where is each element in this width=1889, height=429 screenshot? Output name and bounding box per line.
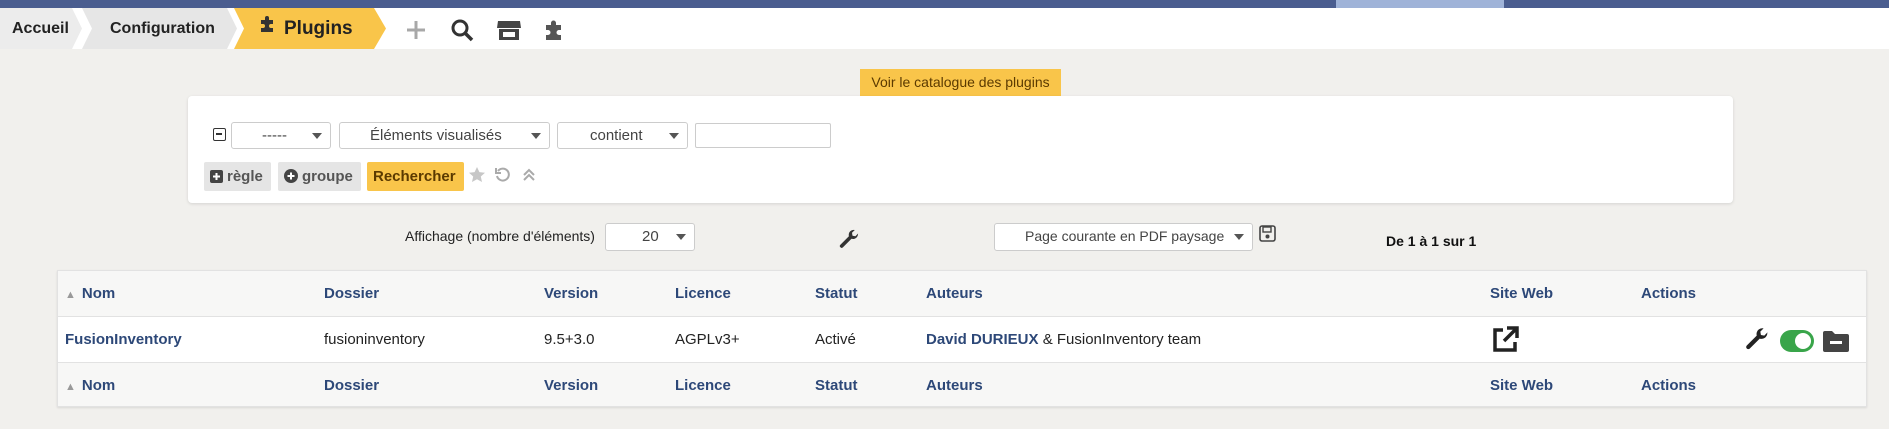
chevron-down-icon — [1234, 234, 1244, 240]
chevron-down-icon — [669, 133, 679, 139]
operator-select-value: contient — [590, 127, 643, 144]
toggle-knob — [1795, 333, 1811, 349]
column-footer-actions: Actions — [1641, 377, 1697, 394]
breadcrumb-configuration[interactable]: Configuration — [82, 8, 237, 49]
top-bar-highlight — [1336, 0, 1504, 8]
sort-icon: ▲ — [65, 381, 76, 393]
field-select-value: ----- — [262, 127, 287, 144]
breadcrumb-plugins[interactable]: Plugins — [234, 8, 386, 49]
plugin-folder: fusioninventory — [324, 331, 425, 348]
sort-icon: ▲ — [65, 289, 76, 301]
folder-minus-icon[interactable] — [1821, 328, 1851, 354]
table-header: ▲ Nom Dossier Version Licence Statut Aute… — [58, 271, 1866, 316]
external-link-icon[interactable] — [1489, 324, 1521, 356]
column-footer-site-web: Site Web — [1490, 377, 1554, 394]
plugin-license: AGPLv3+ — [675, 331, 740, 348]
plugin-enabled-toggle[interactable] — [1780, 330, 1814, 352]
chevron-down-icon — [312, 133, 322, 139]
search-panel: ----- Éléments visualisés contient règle… — [188, 96, 1733, 203]
column-footer-auteurs[interactable]: Auteurs — [926, 377, 983, 394]
display-count-select[interactable]: 20 — [605, 223, 695, 251]
display-count-label: Affichage (nombre d'éléments) — [405, 228, 595, 244]
breadcrumb-home[interactable]: Accueil — [0, 8, 82, 49]
export-select-value: Page courante en PDF paysage — [1025, 228, 1225, 244]
column-header-licence[interactable]: Licence — [675, 285, 731, 302]
star-icon[interactable] — [468, 166, 486, 184]
plugin-catalog-button[interactable]: Voir le catalogue des plugins — [860, 69, 1061, 96]
puzzle-icon[interactable] — [542, 18, 570, 42]
puzzle-icon — [258, 8, 278, 49]
column-footer-version[interactable]: Version — [544, 377, 598, 394]
add-group-label: groupe — [302, 168, 353, 185]
display-count-value: 20 — [642, 228, 659, 245]
plus-square-icon — [210, 170, 223, 183]
column-footer-statut[interactable]: Statut — [815, 377, 858, 394]
plugin-version: 9.5+3.0 — [544, 331, 595, 348]
operator-select[interactable]: contient — [557, 122, 688, 149]
column-header-dossier[interactable]: Dossier — [324, 285, 379, 302]
column-header-site-web: Site Web — [1490, 285, 1554, 302]
field-select[interactable]: ----- — [231, 122, 331, 149]
plus-circle-icon — [284, 169, 298, 183]
collapse-criteria-toggle[interactable] — [213, 128, 226, 141]
breadcrumb-bar: Accueil Configuration Plugins — [0, 8, 1889, 49]
breadcrumb-plugins-label: Plugins — [284, 18, 353, 39]
table-footer: ▲ Nom Dossier Version Licence Statut Aute… — [58, 362, 1866, 407]
column-footer-nom[interactable]: ▲ Nom — [65, 377, 115, 394]
column-header-auteurs[interactable]: Auteurs — [926, 285, 983, 302]
add-group-button[interactable]: groupe — [278, 162, 361, 191]
plus-icon[interactable] — [402, 18, 430, 42]
store-icon[interactable] — [495, 18, 523, 42]
wrench-icon[interactable] — [838, 228, 862, 252]
column-header-actions: Actions — [1641, 285, 1697, 302]
author-rest: & FusionInventory team — [1038, 331, 1202, 348]
column-header-statut[interactable]: Statut — [815, 285, 858, 302]
add-rule-button[interactable]: règle — [204, 162, 271, 191]
add-rule-label: règle — [227, 168, 263, 185]
double-chevron-up-icon[interactable] — [520, 166, 538, 184]
author-link[interactable]: David DURIEUX — [926, 331, 1039, 348]
search-value-input[interactable] — [695, 123, 831, 148]
top-color-bar — [0, 0, 1889, 8]
criteria-select[interactable]: Éléments visualisés — [339, 122, 550, 149]
reset-icon[interactable] — [494, 166, 512, 184]
column-footer-dossier[interactable]: Dossier — [324, 377, 379, 394]
plugin-authors: David DURIEUX & FusionInventory team — [926, 331, 1201, 348]
table-row: FusionInventory fusioninventory 9.5+3.0 … — [58, 316, 1866, 362]
column-footer-licence[interactable]: Licence — [675, 377, 731, 394]
export-select[interactable]: Page courante en PDF paysage — [994, 223, 1253, 251]
plugin-status: Activé — [815, 331, 856, 348]
chevron-down-icon — [531, 133, 541, 139]
search-button[interactable]: Rechercher — [367, 162, 464, 191]
column-header-version[interactable]: Version — [544, 285, 598, 302]
plugin-name-link[interactable]: FusionInventory — [65, 331, 182, 348]
plugins-table: ▲ Nom Dossier Version Licence Statut Aute… — [57, 270, 1867, 407]
configure-wrench-icon[interactable] — [1744, 326, 1772, 354]
search-icon[interactable] — [448, 18, 476, 42]
save-icon[interactable] — [1259, 225, 1276, 242]
column-header-nom[interactable]: ▲ Nom — [65, 285, 115, 302]
criteria-select-value: Éléments visualisés — [370, 127, 502, 144]
pagination-info: De 1 à 1 sur 1 — [1386, 233, 1477, 249]
chevron-down-icon — [676, 234, 686, 240]
